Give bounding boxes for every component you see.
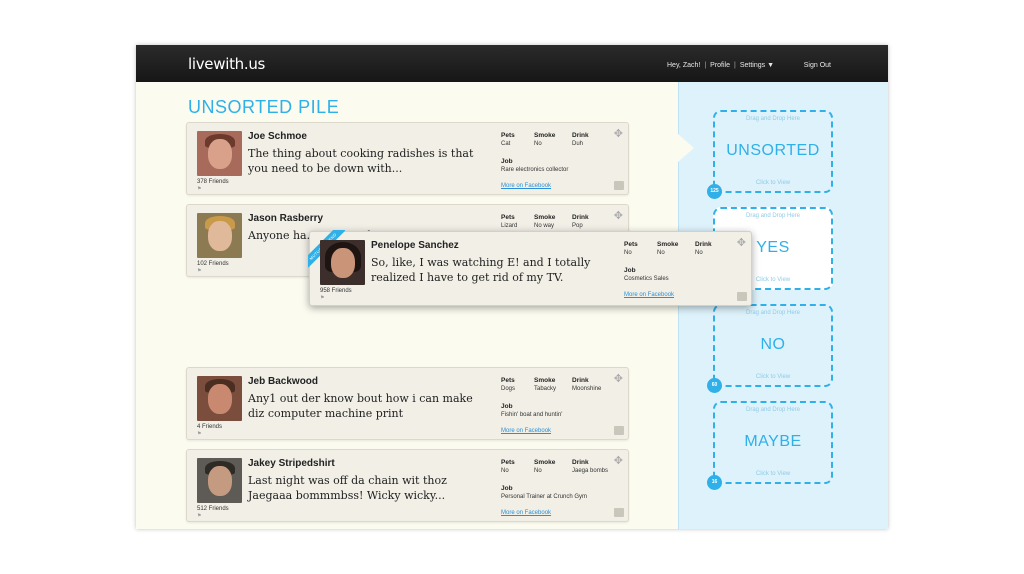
move-icon[interactable]: ✥ <box>614 209 623 222</box>
job-attr: Job Fishin' boat and huntin' <box>501 403 563 418</box>
facebook-link[interactable]: More on Facebook <box>501 428 551 434</box>
move-icon[interactable]: ✥ <box>737 236 746 249</box>
job-attr: Job Cosmetics Sales <box>624 267 669 282</box>
expand-icon[interactable] <box>737 292 747 301</box>
card-name: Jeb Backwood <box>248 376 319 387</box>
card-name: Jason Rasberry <box>248 213 324 224</box>
card-quote: Last night was off da chain wit thoz Jae… <box>248 474 447 502</box>
flag-icon[interactable]: ⚑ <box>197 513 201 519</box>
drag-hint: Drag and Drop Here <box>745 310 801 316</box>
flag-icon[interactable]: ⚑ <box>197 186 201 192</box>
profile-link[interactable]: Profile <box>710 62 730 69</box>
nav-separator: | <box>734 62 736 69</box>
pets-attr: Pets Dogs <box>501 377 516 392</box>
avatar <box>197 376 242 421</box>
card-name: Penelope Sanchez <box>371 240 459 251</box>
zone-label: MAYBE <box>744 433 802 450</box>
move-icon[interactable]: ✥ <box>614 454 623 467</box>
drink-attr: Drink Jaega bombs <box>572 459 609 474</box>
flag-icon[interactable]: ⚑ <box>197 431 201 437</box>
click-to-view[interactable]: Click to View <box>715 374 831 380</box>
card-quote: The thing about cooking radishes is that… <box>248 147 474 175</box>
logo[interactable]: livewith.us <box>188 55 265 73</box>
click-to-view[interactable]: Click to View <box>715 471 831 477</box>
zone-count-badge: 125 <box>707 184 722 199</box>
app-window: livewith.us Hey, Zach! | Profile | Settings … <box>136 45 888 529</box>
sign-out-link[interactable]: Sign Out <box>804 62 831 69</box>
drop-zone-maybe[interactable]: Drag and Drop Here MAYBE Click to View 1… <box>707 401 833 490</box>
nav-separator: | <box>704 62 707 69</box>
pets-attr: Pets No <box>624 241 638 256</box>
card-name: Jakey Stripedshirt <box>248 458 335 469</box>
smoke-attr: Smoke No way <box>534 214 556 229</box>
zone-label: UNSORTED <box>726 142 820 159</box>
drag-hint: Drag and Drop Here <box>745 213 801 219</box>
click-to-view[interactable]: Click to View <box>715 180 831 186</box>
drink-attr: Drink Duh <box>572 132 589 147</box>
profile-card[interactable]: 4 Friends ⚑ Jeb Backwood Any1 out der kn… <box>186 367 629 440</box>
card-quote: So, like, I was watching E! and I totall… <box>371 256 591 284</box>
pets-attr: Pets No <box>501 459 515 474</box>
avatar <box>197 458 242 503</box>
friends-count: 512 Friends <box>197 506 229 512</box>
job-attr: Job Rare electronics collector <box>501 158 569 173</box>
drop-zone-unsorted[interactable]: Drag and Drop Here UNSORTED Click to Vie… <box>707 110 833 199</box>
page-title: UNSORTED PILE <box>188 97 340 117</box>
drink-attr: Drink No <box>695 241 712 256</box>
top-nav: Hey, Zach! | Profile | Settings ▼ <box>665 62 776 69</box>
flag-icon[interactable]: ⚑ <box>320 295 324 301</box>
avatar <box>320 240 365 285</box>
pets-attr: Pets Cat <box>501 132 515 147</box>
smoke-attr: Smoke No <box>534 132 556 147</box>
friends-count: 4 Friends <box>197 424 223 430</box>
drink-attr: Drink Pop <box>572 214 589 229</box>
friends-count: 378 Friends <box>197 179 229 185</box>
expand-icon[interactable] <box>614 508 624 517</box>
dragged-profile-card[interactable]: MUTUAL FRIEND 958 Friends ⚑ Penelope San… <box>308 230 752 306</box>
drag-hint: Drag and Drop Here <box>745 116 801 122</box>
facebook-link[interactable]: More on Facebook <box>501 510 551 516</box>
profile-card[interactable]: 512 Friends ⚑ Jakey Stripedshirt Last ni… <box>186 449 629 522</box>
zone-count-badge: 16 <box>707 475 722 490</box>
flag-icon[interactable]: ⚑ <box>197 268 201 274</box>
zone-label: NO <box>760 336 786 353</box>
settings-menu[interactable]: Settings ▼ <box>740 62 774 69</box>
sidebar-notch <box>678 134 694 162</box>
pets-attr: Pets Lizard <box>501 214 518 229</box>
profile-card[interactable]: 378 Friends ⚑ Joe Schmoe The thing about… <box>186 122 629 195</box>
smoke-attr: Smoke No <box>534 459 556 474</box>
friends-count: 102 Friends <box>197 261 229 267</box>
expand-icon[interactable] <box>614 426 624 435</box>
drop-zone-no[interactable]: Drag and Drop Here NO Click to View 60 <box>707 304 833 393</box>
expand-icon[interactable] <box>614 181 624 190</box>
card-name: Joe Schmoe <box>248 131 307 142</box>
avatar <box>197 213 242 258</box>
drink-attr: Drink Moonshine <box>572 377 602 392</box>
job-attr: Job Personal Trainer at Crunch Gym <box>501 485 588 500</box>
move-icon[interactable]: ✥ <box>614 127 623 140</box>
move-icon[interactable]: ✥ <box>614 372 623 385</box>
smoke-attr: Smoke Tabacky <box>534 377 557 392</box>
drag-hint: Drag and Drop Here <box>745 407 801 413</box>
facebook-link[interactable]: More on Facebook <box>501 183 551 189</box>
zone-count-badge: 60 <box>707 378 722 393</box>
card-quote: Any1 out der know bout how i can make di… <box>248 392 473 420</box>
greeting: Hey, Zach! <box>667 62 701 69</box>
friends-count: 958 Friends <box>320 288 352 294</box>
smoke-attr: Smoke No <box>657 241 679 256</box>
avatar <box>197 131 242 176</box>
facebook-link[interactable]: More on Facebook <box>624 292 674 298</box>
top-bar: livewith.us Hey, Zach! | Profile | Settings … <box>136 45 888 82</box>
